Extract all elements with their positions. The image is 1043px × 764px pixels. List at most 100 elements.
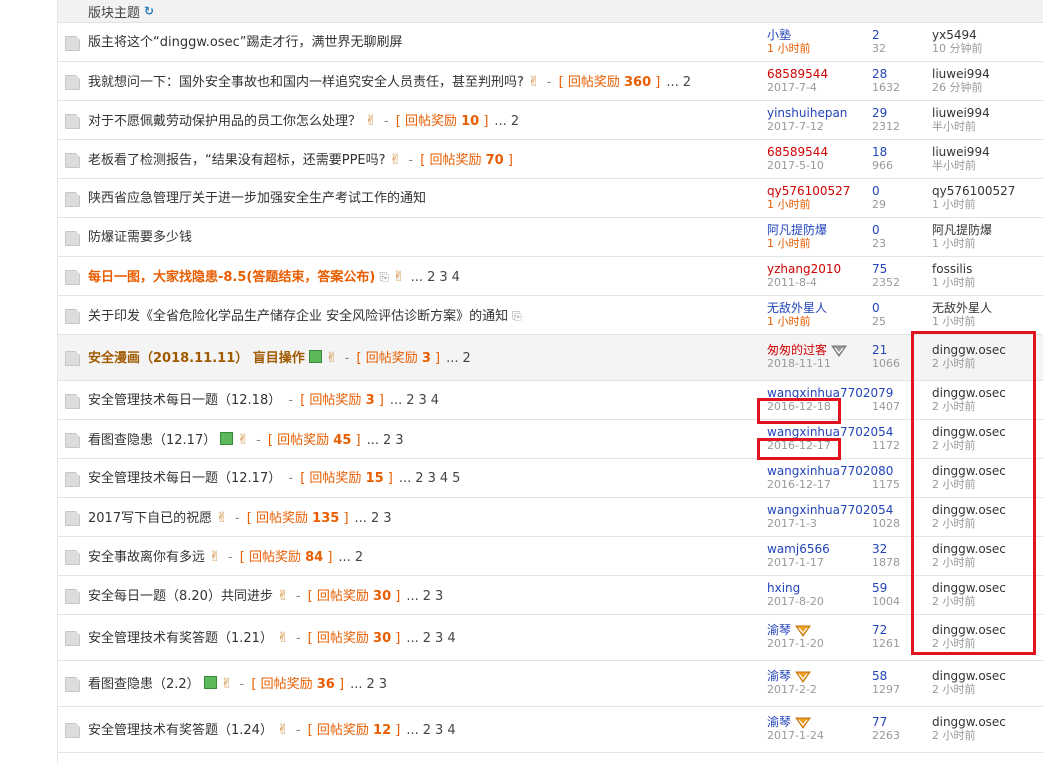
author-name[interactable]: 68589544 xyxy=(767,67,877,81)
thread-title-link[interactable]: 安全管理技术每日一题（12.18） xyxy=(88,393,281,408)
refresh-icon[interactable]: ↻ xyxy=(144,4,154,18)
author-name-text[interactable]: hxing xyxy=(767,581,800,595)
page-link[interactable]: 2 xyxy=(427,270,435,285)
page-link[interactable]: 4 xyxy=(452,270,460,285)
author-name-text[interactable]: 匆匆的过客 xyxy=(767,343,827,357)
page-link[interactable]: 3 xyxy=(428,471,436,486)
reply-count[interactable]: 58 xyxy=(872,669,922,683)
thread-title-link[interactable]: 防爆证需要多少钱 xyxy=(88,230,192,245)
thread-title-link[interactable]: 版主将这个“dinggw.osec”踢走才行，满世界无聊刷屏 xyxy=(88,35,403,50)
author-name[interactable]: 阿凡提防爆 xyxy=(767,223,877,237)
author-name[interactable]: 渝琴 xyxy=(767,715,877,729)
author-name-text[interactable]: yzhang2010 xyxy=(767,262,841,276)
thread-title-link[interactable]: 关于印发《全省危险化学品生产储存企业 安全风险评估诊断方案》的通知 xyxy=(88,309,508,324)
author-name-text[interactable]: 渝琴 xyxy=(767,623,791,637)
thread-title-link[interactable]: 陕西省应急管理厅关于进一步加强安全生产考试工作的通知 xyxy=(88,191,426,206)
page-link[interactable]: 3 xyxy=(383,511,391,526)
thread-title-link[interactable]: 看图查隐患（12.17） xyxy=(88,433,216,448)
author-name-text[interactable]: qy576100527 xyxy=(767,184,850,198)
thread-title-link[interactable]: 安全漫画（2018.11.11） 盲目操作 xyxy=(88,351,305,366)
last-post-time[interactable]: 半小时前 xyxy=(932,120,1042,134)
reply-count[interactable]: 29 xyxy=(872,106,922,120)
thread-title-link[interactable]: 安全每日一题（8.20）共同进步 xyxy=(88,589,273,604)
last-post-user[interactable]: qy576100527 xyxy=(932,184,1042,198)
reply-count[interactable]: 28 xyxy=(872,67,922,81)
page-link[interactable]: 2 xyxy=(371,511,379,526)
author-name[interactable]: wangxinhua7702080 xyxy=(767,464,893,478)
reply-count[interactable]: 2 xyxy=(872,28,922,42)
author-name[interactable]: 渝琴 xyxy=(767,669,877,683)
author-name[interactable]: wamj6566 xyxy=(767,542,877,556)
page-link[interactable]: 2 xyxy=(423,723,431,738)
last-post-user[interactable]: liuwei994 xyxy=(932,106,1042,120)
thread-title-link[interactable]: 2017写下自已的祝愿 xyxy=(88,511,212,526)
page-link[interactable]: 2 xyxy=(423,589,431,604)
page-link[interactable]: 4 xyxy=(440,471,448,486)
page-link[interactable]: 3 xyxy=(439,270,447,285)
page-link[interactable]: 2 xyxy=(383,433,391,448)
author-name[interactable]: 无敌外星人 xyxy=(767,301,877,315)
page-link[interactable]: 2 xyxy=(406,393,414,408)
author-name-text[interactable]: 渝琴 xyxy=(767,669,791,683)
reply-count[interactable]: 0 xyxy=(872,223,922,237)
author-name-text[interactable]: 阿凡提防爆 xyxy=(767,223,827,237)
last-post-user[interactable]: 阿凡提防爆 xyxy=(932,223,1042,237)
thread-title-link[interactable]: 对于不愿佩戴劳动保护用品的员工你怎么处理？ xyxy=(88,114,361,129)
last-post-time[interactable]: 半小时前 xyxy=(932,159,1042,173)
last-post-user[interactable]: liuwei994 xyxy=(932,145,1042,159)
author-name-text[interactable]: 渝琴 xyxy=(767,715,791,729)
thread-title-link[interactable]: 安全管理技术有奖答题（1.21） xyxy=(88,631,273,646)
author-name[interactable]: 渝琴 xyxy=(767,623,877,637)
last-post-user[interactable]: dinggw.osec xyxy=(932,715,1042,729)
last-post-user[interactable]: liuwei994 xyxy=(932,67,1042,81)
page-link[interactable]: 4 xyxy=(447,723,455,738)
author-name[interactable]: 68589544 xyxy=(767,145,877,159)
author-name-text[interactable]: 68589544 xyxy=(767,145,828,159)
reply-count[interactable]: 77 xyxy=(872,715,922,729)
last-post-time[interactable]: 10 分钟前 xyxy=(932,42,1042,56)
reply-count[interactable]: 0 xyxy=(872,184,922,198)
author-name-text[interactable]: yinshuihepan xyxy=(767,106,847,120)
page-link[interactable]: 2 xyxy=(415,471,423,486)
author-name[interactable]: 匆匆的过客 xyxy=(767,343,877,357)
last-post-time[interactable]: 2 小时前 xyxy=(932,683,1042,697)
last-post-user[interactable]: fossilis xyxy=(932,262,1042,276)
page-link[interactable]: 2 xyxy=(463,351,471,366)
reply-count[interactable]: 0 xyxy=(872,301,922,315)
thread-title-link[interactable]: 老板看了检测报告，“结果没有超标，还需要PPE吗? xyxy=(88,153,386,168)
reply-count[interactable]: 18 xyxy=(872,145,922,159)
page-link[interactable]: 3 xyxy=(435,723,443,738)
page-link[interactable]: 2 xyxy=(511,114,519,129)
last-post-time[interactable]: 1 小时前 xyxy=(932,315,1042,329)
thread-title-link[interactable]: 每日一图，大家找隐患-8.5(答题结束，答案公布) xyxy=(88,270,375,285)
page-link[interactable]: 2 xyxy=(423,631,431,646)
thread-title-link[interactable]: 安全管理技术有奖答题（1.24） xyxy=(88,723,273,738)
thread-title-link[interactable]: 安全事故离你有多远 xyxy=(88,550,205,565)
author-name-text[interactable]: 无敌外星人 xyxy=(767,301,827,315)
thread-title-link[interactable]: 看图查隐患（2.2） xyxy=(88,677,200,692)
page-link[interactable]: 3 xyxy=(435,589,443,604)
author-name[interactable]: yinshuihepan xyxy=(767,106,877,120)
page-link[interactable]: 2 xyxy=(683,75,691,90)
page-link[interactable]: 4 xyxy=(447,631,455,646)
author-name[interactable]: wangxinhua7702054 xyxy=(767,503,893,517)
author-name-text[interactable]: 小塾 xyxy=(767,28,791,42)
author-name[interactable]: wangxinhua7702054 xyxy=(767,425,893,439)
author-name-text[interactable]: 68589544 xyxy=(767,67,828,81)
page-link[interactable]: 5 xyxy=(452,471,460,486)
last-post-time[interactable]: 1 小时前 xyxy=(932,276,1042,290)
author-name-text[interactable]: wamj6566 xyxy=(767,542,830,556)
last-post-user[interactable]: dinggw.osec xyxy=(932,669,1042,683)
last-post-time[interactable]: 1 小时前 xyxy=(932,237,1042,251)
last-post-time[interactable]: 2 小时前 xyxy=(932,729,1042,743)
page-link[interactable]: 3 xyxy=(435,631,443,646)
page-link[interactable]: 3 xyxy=(419,393,427,408)
page-link[interactable]: 3 xyxy=(379,677,387,692)
last-post-time[interactable]: 26 分钟前 xyxy=(932,81,1042,95)
page-link[interactable]: 2 xyxy=(366,677,374,692)
author-name[interactable]: qy576100527 xyxy=(767,184,877,198)
page-link[interactable]: 2 xyxy=(355,550,363,565)
author-name[interactable]: yzhang2010 xyxy=(767,262,877,276)
thread-title-link[interactable]: 安全管理技术每日一题（12.17） xyxy=(88,471,281,486)
page-link[interactable]: 4 xyxy=(431,393,439,408)
